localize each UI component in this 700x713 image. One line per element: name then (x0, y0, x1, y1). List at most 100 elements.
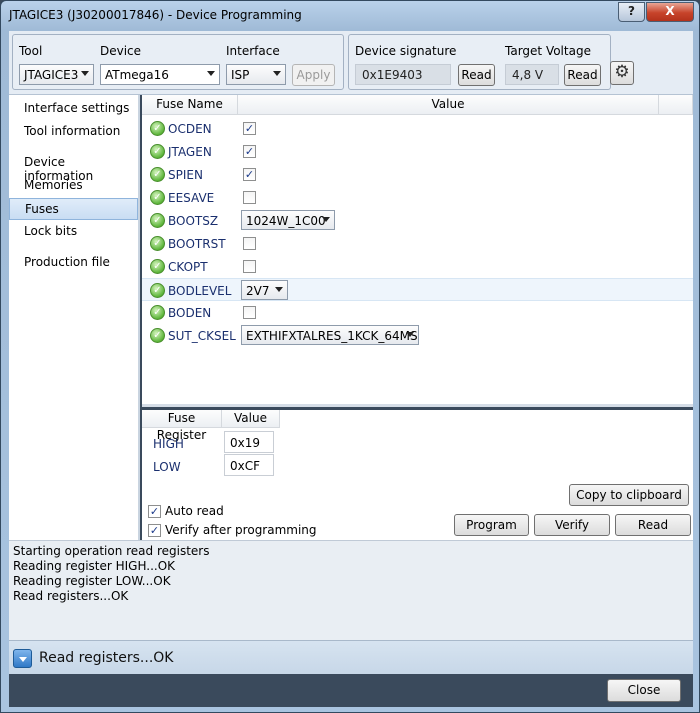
target-voltage-value: 4,8 V (505, 64, 559, 85)
check-ok-icon: ✓ (150, 283, 165, 298)
fuse-row-eesave: ✓ EESAVE (142, 186, 693, 209)
fuse-name: OCDEN (168, 122, 212, 136)
sidebar-item-device-information[interactable]: Device information (9, 152, 138, 183)
check-ok-icon: ✓ (150, 167, 165, 182)
fuse-name: EESAVE (168, 191, 215, 205)
fuse-row-sut-cksel: ✓ SUT_CKSEL EXTHIFXTALRES_1KCK_64MS (142, 324, 693, 347)
fuse-checkbox-jtagen[interactable]: ✓ (243, 145, 256, 158)
sidebar-item-memories[interactable]: Memories (9, 175, 138, 197)
fuse-name: BOOTRST (168, 237, 226, 251)
chevron-down-icon (81, 71, 89, 76)
column-header-fuse-name[interactable]: Fuse Name (142, 95, 238, 115)
fuse-grid: Fuse Name Value ✓ OCDEN ✓ ✓ JTAGEN ✓ ✓ S… (142, 95, 693, 407)
check-ok-icon: ✓ (150, 213, 165, 228)
fuse-name: SPIEN (168, 168, 203, 182)
fuse-select-sut-cksel[interactable]: EXTHIFXTALRES_1KCK_64MS (241, 325, 419, 345)
sidebar-item-fuses[interactable]: Fuses (9, 198, 138, 220)
signature-voltage-group: Device signature 0x1E9403 Read Target Vo… (348, 34, 611, 90)
verify-after-programming-checkbox[interactable]: ✓ (148, 524, 161, 537)
check-ok-icon: ✓ (150, 328, 165, 343)
register-name-low: LOW (153, 460, 181, 474)
fuse-checkbox-boden[interactable] (243, 306, 256, 319)
configuration-bar: Tool JTAGICE3 Device ATmega16 Interface … (9, 31, 693, 95)
tool-device-group: Tool JTAGICE3 Device ATmega16 Interface … (12, 34, 344, 90)
sidebar-item-lock-bits[interactable]: Lock bits (9, 221, 138, 243)
window-close-button[interactable]: X (646, 2, 694, 22)
fuse-name: JTAGEN (168, 145, 212, 159)
fuse-select-value: EXTHIFXTALRES_1KCK_64MS (246, 329, 418, 343)
column-header-value[interactable]: Value (238, 95, 659, 115)
title-bar[interactable]: JTAGICE3 (J30200017846) - Device Program… (1, 1, 699, 31)
status-text: Read registers...OK (39, 650, 174, 666)
sidebar-item-interface-settings[interactable]: Interface settings (9, 98, 138, 120)
fuse-checkbox-eesave[interactable] (243, 191, 256, 204)
column-header-fuse-register[interactable]: Fuse Register (142, 410, 222, 442)
read-voltage-button[interactable]: Read (564, 64, 601, 86)
device-signature-value: 0x1E9403 (355, 64, 451, 85)
fuse-register-panel: Fuse Register Value HIGH 0x19 LOW 0xCF C… (142, 410, 693, 540)
auto-read-checkbox[interactable]: ✓ (148, 505, 161, 518)
check-ok-icon: ✓ (150, 121, 165, 136)
log-line: Reading register HIGH...OK (13, 559, 176, 573)
fuse-row-boden: ✓ BODEN (142, 301, 693, 324)
status-bar: Read registers...OK (9, 640, 693, 674)
interface-select[interactable]: ISP (226, 64, 286, 85)
chevron-down-icon (207, 71, 215, 76)
settings-button[interactable]: ⚙ (610, 61, 634, 85)
fuse-row-spien: ✓ SPIEN ✓ (142, 163, 693, 186)
fuse-name: SUT_CKSEL (168, 329, 236, 343)
fuse-name: BODLEVEL (168, 284, 232, 298)
chevron-down-icon (273, 71, 281, 76)
fuse-checkbox-bootrst[interactable] (243, 237, 256, 250)
sidebar-item-tool-information[interactable]: Tool information (9, 121, 138, 143)
tool-select-value: JTAGICE3 (24, 68, 79, 82)
fuse-row-bodlevel: ✓ BODLEVEL 2V7 (142, 278, 693, 301)
column-header-register-value[interactable]: Value (222, 410, 280, 428)
fuse-checkbox-spien[interactable]: ✓ (243, 168, 256, 181)
chevron-down-icon (19, 657, 27, 662)
fuse-checkbox-ckopt[interactable] (243, 260, 256, 273)
auto-read-label: Auto read (165, 504, 224, 518)
chevron-down-icon (322, 217, 330, 222)
fuse-name: BOOTSZ (168, 214, 219, 228)
register-name-high: HIGH (153, 437, 184, 451)
output-log[interactable]: Starting operation read registers Readin… (9, 540, 693, 640)
verify-after-programming-label: Verify after programming (165, 523, 317, 537)
program-button[interactable]: Program (454, 514, 529, 536)
fuse-checkbox-ocden[interactable]: ✓ (243, 122, 256, 135)
register-value-low[interactable]: 0xCF (224, 454, 274, 476)
copy-to-clipboard-button[interactable]: Copy to clipboard (569, 484, 689, 506)
device-select[interactable]: ATmega16 (100, 64, 220, 85)
sidebar-item-production-file[interactable]: Production file (9, 252, 138, 274)
log-line: Reading register LOW...OK (13, 574, 171, 588)
interface-select-value: ISP (231, 68, 250, 82)
device-label: Device (100, 44, 142, 58)
check-ok-icon: ✓ (150, 190, 165, 205)
interface-label: Interface (226, 44, 280, 58)
read-signature-button[interactable]: Read (458, 64, 495, 86)
device-signature-label: Device signature (355, 44, 457, 58)
apply-button[interactable]: Apply (292, 64, 335, 86)
chevron-down-icon (275, 287, 283, 292)
device-programming-window: JTAGICE3 (J30200017846) - Device Program… (0, 0, 700, 713)
close-button[interactable]: Close (607, 679, 681, 702)
register-value-high[interactable]: 0x19 (224, 431, 274, 453)
window-title: JTAGICE3 (J30200017846) - Device Program… (9, 8, 302, 22)
verify-button[interactable]: Verify (534, 514, 610, 536)
device-select-value: ATmega16 (105, 68, 169, 82)
fuse-select-bootsz[interactable]: 1024W_1C00 (241, 210, 335, 230)
fuse-name: BODEN (168, 306, 212, 320)
log-line: Starting operation read registers (13, 544, 210, 558)
fuse-select-value: 1024W_1C00 (246, 214, 326, 228)
target-voltage-label: Target Voltage (505, 44, 591, 58)
collapse-log-button[interactable] (13, 649, 32, 668)
read-button[interactable]: Read (615, 514, 691, 536)
dialog-footer: Close (9, 674, 693, 707)
help-button[interactable]: ? (618, 2, 645, 22)
fuse-row-bootrst: ✓ BOOTRST (142, 232, 693, 255)
fuse-select-bodlevel[interactable]: 2V7 (241, 280, 288, 300)
fuse-row-ckopt: ✓ CKOPT (142, 255, 693, 278)
tool-select[interactable]: JTAGICE3 (19, 64, 94, 85)
check-ok-icon: ✓ (150, 259, 165, 274)
dialog-body: Tool JTAGICE3 Device ATmega16 Interface … (9, 31, 693, 707)
